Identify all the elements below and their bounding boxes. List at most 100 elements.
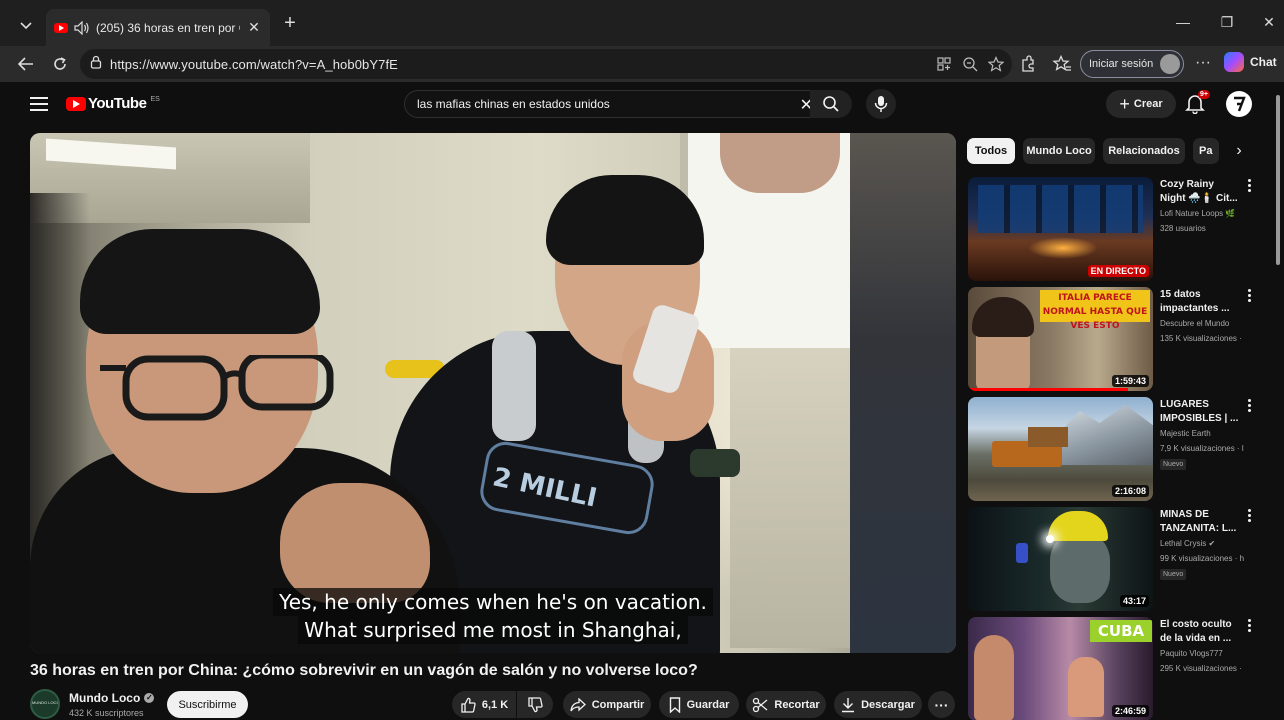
zoom-icon[interactable]: [962, 56, 978, 77]
recommended-meta: 328 usuarios: [1160, 224, 1206, 233]
search-query: las mafias chinas en estados unidos: [417, 97, 610, 111]
recommended-channel: Descubre el Mundo: [1160, 319, 1230, 328]
more-vertical-icon[interactable]: [1244, 289, 1254, 305]
scissors-icon: [753, 697, 768, 712]
minimize-button[interactable]: —: [1168, 14, 1198, 30]
video-thumbnail[interactable]: 2:16:08: [968, 397, 1153, 501]
recommended-video[interactable]: CUBA 2:46:59 El costo oculto de la vida …: [968, 617, 1258, 720]
video-thumbnail[interactable]: ITALIA PARECE NORMAL HASTA QUE VES ESTO …: [968, 287, 1153, 391]
speaker-icon[interactable]: [74, 20, 90, 35]
more-vertical-icon[interactable]: [1244, 179, 1254, 195]
more-actions-button[interactable]: ···: [928, 691, 955, 718]
address-bar[interactable]: https://www.youtube.com/watch?v=A_hob0bY…: [80, 49, 1012, 79]
tab-list-button[interactable]: [12, 12, 40, 40]
man-glasses-hand: [280, 483, 430, 603]
save-button[interactable]: Guardar: [659, 691, 739, 718]
chip-todos[interactable]: Todos: [967, 138, 1015, 164]
back-button[interactable]: [14, 52, 38, 76]
channel-avatar-text: MUNDO LOCO: [32, 700, 58, 705]
maximize-button[interactable]: ❐: [1212, 14, 1242, 31]
reload-icon: [54, 57, 66, 70]
recommended-title[interactable]: MINAS DE TANZANITA: L...: [1160, 508, 1240, 536]
youtube-logo-text: YouTube: [88, 95, 147, 112]
search-icon: [823, 96, 839, 112]
recommended-title[interactable]: LUGARES IMPOSIBLES | ...: [1160, 398, 1240, 426]
recommended-title[interactable]: 15 datos impactantes ...: [1160, 288, 1240, 316]
standing-passenger: [850, 133, 956, 653]
tab-title: (205) 36 horas en tren por China: [96, 20, 240, 35]
video-thumbnail[interactable]: 43:17: [968, 507, 1153, 611]
guide-menu-icon[interactable]: [30, 97, 48, 111]
subscribe-button[interactable]: Suscribirme: [167, 691, 248, 718]
passenger-arm: [720, 133, 840, 193]
avatar-glyph-icon: [1234, 96, 1246, 112]
voice-search-button[interactable]: [866, 89, 896, 119]
more-vertical-icon[interactable]: [1244, 399, 1254, 415]
browser-toolbar: https://www.youtube.com/watch?v=A_hob0bY…: [0, 46, 1284, 82]
share-button[interactable]: Compartir: [563, 691, 651, 718]
download-button[interactable]: Descargar: [834, 691, 922, 718]
more-vertical-icon[interactable]: [1244, 509, 1254, 525]
clip-button[interactable]: Recortar: [746, 691, 826, 718]
extensions-icon[interactable]: [1018, 54, 1038, 74]
recommended-meta: 295 K visualizaciones ·: [1160, 664, 1242, 673]
duration-badge: 2:46:59: [1111, 705, 1149, 717]
recommended-title[interactable]: Cozy Rainy Night 🌧️🕯️ Cit...: [1160, 178, 1240, 206]
recommended-channel: Lethal Crysis ✔: [1160, 539, 1216, 548]
chip-relacionados[interactable]: Relacionados: [1103, 138, 1185, 164]
notifications-button[interactable]: 9+: [1184, 90, 1210, 116]
create-label: Crear: [1133, 98, 1163, 110]
chip-partial[interactable]: Pa: [1193, 138, 1219, 164]
recommended-video[interactable]: 43:17 MINAS DE TANZANITA: L... Lethal Cr…: [968, 507, 1258, 611]
video-player[interactable]: 2 MILLI Yes, he only comes when he's on …: [30, 133, 956, 653]
channel-name-link[interactable]: Mundo Loco ✓: [69, 691, 155, 705]
create-button[interactable]: + Crear: [1106, 90, 1176, 118]
signin-button[interactable]: Iniciar sesión: [1080, 50, 1184, 78]
plus-icon: +: [1119, 94, 1130, 114]
new-tab-button[interactable]: +: [280, 13, 300, 34]
browser-tab-active[interactable]: (205) 36 horas en tren por China ✕: [46, 9, 270, 46]
recommended-channel: Lofi Nature Loops 🌿: [1160, 209, 1236, 218]
account-avatar[interactable]: [1226, 91, 1252, 117]
recommended-channel: Majestic Earth: [1160, 429, 1211, 438]
reload-button[interactable]: [48, 52, 72, 76]
share-icon: [570, 697, 586, 711]
recommended-video[interactable]: 2:16:08 LUGARES IMPOSIBLES | ... Majesti…: [968, 397, 1258, 501]
youtube-logo[interactable]: YouTube ES: [66, 95, 160, 112]
chevron-right-icon[interactable]: ›: [1229, 141, 1249, 161]
search-input[interactable]: las mafias chinas en estados unidos ✕: [404, 90, 826, 118]
like-button[interactable]: 6,1 K: [452, 691, 516, 718]
thumbnail-text: CUBA: [1097, 622, 1145, 640]
notification-count-badge: 9+: [1198, 90, 1210, 99]
dislike-button[interactable]: [517, 691, 553, 718]
recommended-video[interactable]: EN DIRECTO Cozy Rainy Night 🌧️🕯️ Cit... …: [968, 177, 1258, 281]
search-button[interactable]: [810, 90, 852, 118]
youtube-favicon-icon: [54, 22, 68, 33]
app-available-icon[interactable]: [936, 56, 952, 77]
recommended-title[interactable]: El costo oculto de la vida en ...: [1160, 618, 1240, 646]
video-thumbnail[interactable]: EN DIRECTO: [968, 177, 1153, 281]
lock-icon[interactable]: [90, 55, 102, 74]
channel-avatar[interactable]: MUNDO LOCO: [30, 689, 60, 719]
page-scrollbar[interactable]: [1276, 95, 1280, 265]
recommended-video[interactable]: ITALIA PARECE NORMAL HASTA QUE VES ESTO …: [968, 287, 1258, 391]
backpack-strap: [492, 331, 536, 441]
copilot-chat-button[interactable]: Chat: [1224, 52, 1277, 72]
thumbs-down-icon: [528, 696, 543, 712]
copilot-icon: [1224, 52, 1244, 72]
new-badge: Nuevo: [1160, 569, 1187, 580]
caption-line-2: What surprised me most in Shanghai,: [298, 616, 688, 644]
favorite-star-icon[interactable]: [987, 56, 1005, 77]
back-arrow-icon: [18, 57, 33, 71]
video-thumbnail[interactable]: CUBA 2:46:59: [968, 617, 1153, 720]
chat-label: Chat: [1250, 55, 1277, 69]
more-vertical-icon[interactable]: [1244, 619, 1254, 635]
chip-mundo-loco[interactable]: Mundo Loco: [1023, 138, 1095, 164]
close-window-button[interactable]: ✕: [1254, 14, 1284, 31]
youtube-masthead: YouTube ES las mafias chinas en estados …: [10, 82, 1274, 132]
closed-captions: Yes, he only comes when he's on vacation…: [30, 588, 956, 644]
tab-close-icon[interactable]: ✕: [246, 19, 262, 36]
browser-menu-icon[interactable]: ···: [1194, 54, 1212, 72]
favorites-icon[interactable]: [1052, 54, 1072, 74]
thumbs-up-icon: [461, 697, 476, 713]
